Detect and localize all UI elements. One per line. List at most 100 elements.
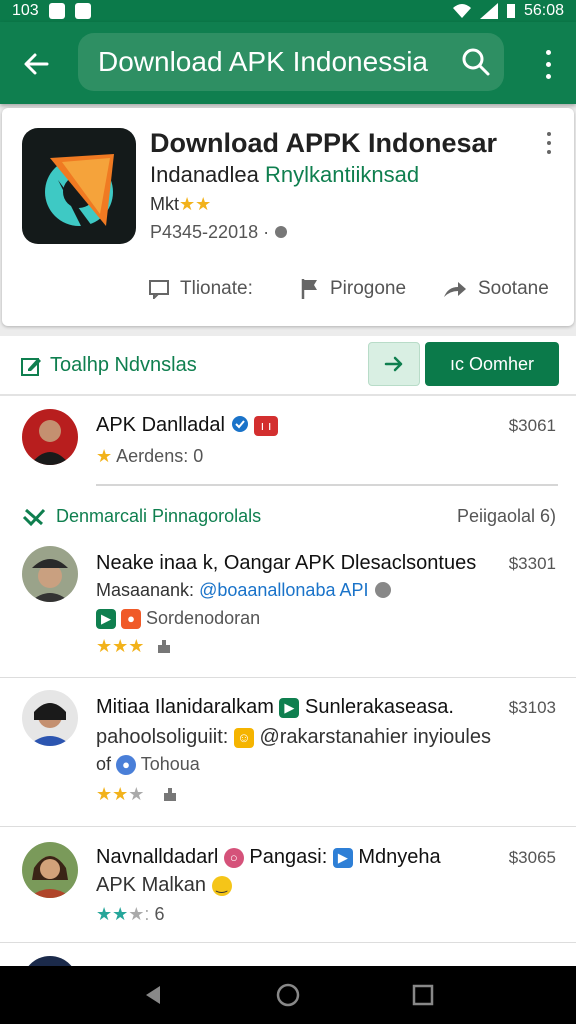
globe-icon: ● [116,755,137,776]
share-action-button[interactable]: Sootane [442,278,549,300]
featured-rating: ★ Aerdens: 0 [96,446,203,467]
star-icon: ★★ [179,194,212,214]
comment-text: Masaanank: @boaanallonaba API [96,580,392,601]
avatar[interactable] [22,842,78,898]
comment-rating-count: 6 [154,904,165,924]
app-category[interactable]: Rnylkantiiknsad [265,162,419,187]
comment-text-plain: pahoolsoliguiit: [96,726,229,748]
comment-text-rest: @rakarstanahier inyioules [259,726,491,748]
dot-icon [545,49,551,55]
comment-author-suffix: Sunlerakaseasa. [304,696,454,718]
flag-action-button[interactable]: Pirogone [300,278,406,300]
avatar[interactable] [22,409,78,465]
flag-action-label: Pirogone [330,278,407,299]
play-icon: ▶ [96,609,116,630]
divider [0,826,576,827]
star-icon: ★★ [96,904,129,924]
nav-home-button[interactable] [275,982,301,1008]
signal-icon [479,3,498,19]
arrow-right-icon [384,356,403,372]
avatar-image [22,842,78,898]
instagram-icon: ○ [223,847,244,868]
star-icon: ★★ [96,784,129,804]
featured-name-text: APK Danlladal [96,414,225,436]
search-query[interactable]: Download APK Indonessia [98,46,428,78]
nav-back-button[interactable] [140,982,166,1008]
comment-text: pahoolsoliguiit: ☺ @rakarstanahier inyio… [96,726,491,749]
overflow-menu-button[interactable] [536,46,560,82]
section-title: Toalhp Ndvnslas [20,354,197,377]
comment-action-label: Tlionate: [180,278,253,299]
search-button[interactable] [460,46,492,78]
featured-badge: ı ı [254,415,279,436]
section-header: Toalhp Ndvnslas ıc Oomher [0,336,576,396]
subsection-header: Denmarcali Pinnagorolals Peiigaolal 6) [0,496,576,536]
comment-rating: ★★★: 6 [96,904,164,925]
verified-icon [231,416,248,432]
section-cta-button[interactable]: ıc Oomher [425,342,559,386]
dot-icon [545,61,551,67]
subsection-count[interactable]: Peiigaolal 6) [457,506,556,527]
featured-item[interactable]: APK Danlladal ı ı $3061 ★ Aerdens: 0 [0,396,576,486]
shield-icon [374,582,391,598]
wifi-icon [452,4,471,18]
featured-price: $3061 [508,416,556,435]
comment-text: APK Malkan ‿ [96,874,232,897]
avatar[interactable] [22,546,78,602]
forward-button[interactable] [368,342,420,386]
comment-rating: ★★★ [96,784,177,805]
notification-icon [48,3,65,19]
badge-icon: ● [121,609,142,630]
app-card: Download APPK Indonesar Indanadlea Rnylk… [2,108,574,326]
triangle-back-icon [146,986,160,1004]
dot-icon [547,132,551,136]
comment-author: Neake inaa k, Oangar APK Dlesaclsontues [96,552,477,574]
app-card-menu-button[interactable] [542,132,556,154]
subsection-title: Denmarcali Pinnagorolals [22,506,261,527]
toolbar: Download APK Indonessia [0,22,576,104]
battery-icon [506,4,515,18]
play-icon: ▶ [332,847,353,868]
comment-icon [149,280,169,299]
featured-rating-text: Aerdens: 0 [116,446,204,466]
thumb-up-icon [164,788,177,801]
nav-recents-button[interactable] [410,982,436,1008]
comment-link[interactable]: @boaanallonaba API [199,580,368,600]
comment-price: $3301 [508,554,556,573]
play-icon: ▶ [279,697,300,718]
comment-author: Mitiaa Ilanidaralkam ▶ Sunlerakaseasa. [96,696,454,719]
app-meta: P4345-22018 · [150,222,288,243]
comment-author: Navnalldadarl ○ Pangasi: ▶ Mdnyeha [96,846,441,869]
share-action-label: Sootane [478,278,549,299]
avatar-image [22,546,78,602]
comment-meta-text: Sordenodoran [146,608,261,628]
emoji-icon: ‿ [211,875,232,896]
comment-meta: ▶ ● Sordenodoran [96,608,261,630]
comment-author-suffix: Mdnyeha [358,846,441,868]
app-rating-label: Mkt [150,194,179,214]
featured-name: APK Danlladal ı ı [96,414,279,437]
comment-meta: of ● Tohoua [96,754,200,776]
divider [0,942,576,943]
back-button[interactable] [16,44,56,84]
comment-price: $3065 [508,848,556,867]
subsection-title-text: Denmarcali Pinnagorolals [56,506,262,526]
avatar[interactable] [22,690,78,746]
app-rating: Mkt★★ [150,194,211,215]
dot-icon [547,141,551,145]
app-meta-separator: · [263,222,270,242]
empty-star-icon: ★ [128,784,145,804]
search-field[interactable]: Download APK Indonessia [78,33,504,91]
comment-action-button[interactable]: Tlionate: [148,278,253,300]
comment-author-name: Navnalldadarl [96,846,219,868]
dot-icon [547,150,551,154]
emoji-icon: ☺ [233,727,254,748]
avatar[interactable] [22,956,78,966]
star-icon: ★★ [96,636,129,656]
comment-author-middle: Pangasi: [249,846,328,868]
arrow-left-icon [24,53,49,75]
half-star-icon: ★ [128,636,145,656]
app-logo[interactable] [22,128,136,244]
section-title-text: Toalhp Ndvnslas [50,354,197,376]
comment-meta-text: Tohoua [140,754,200,774]
